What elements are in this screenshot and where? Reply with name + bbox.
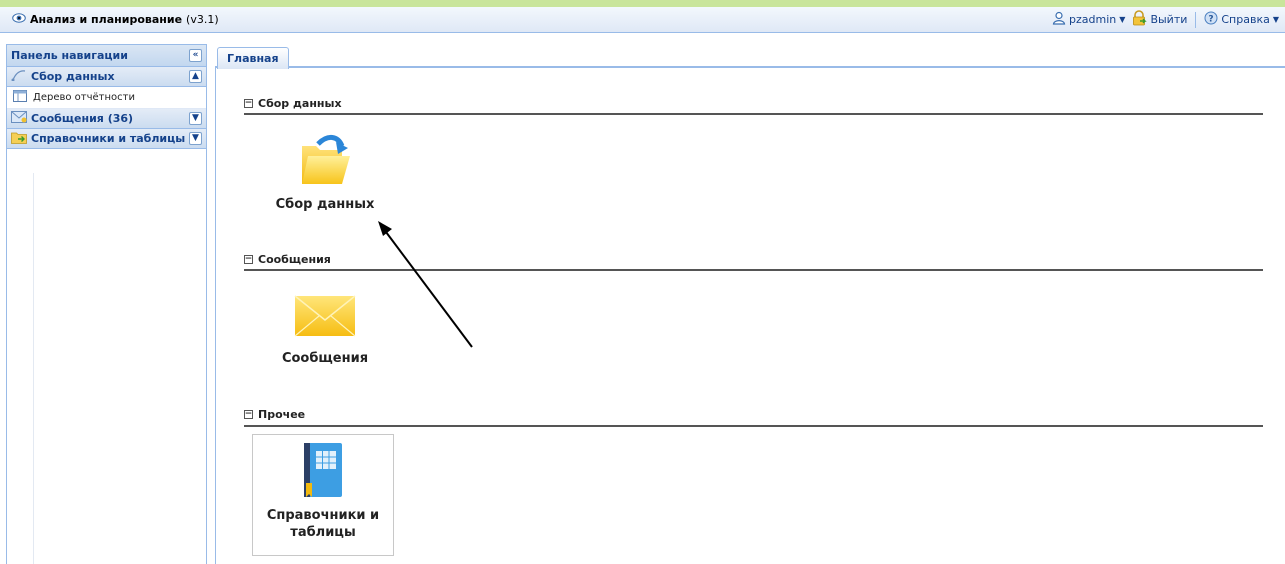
top-accent-strip <box>0 0 1285 7</box>
chevron-up-icon[interactable]: ▲ <box>189 70 202 83</box>
collapse-panel-button[interactable]: « <box>189 49 202 62</box>
tile-label: Справочники и таблицы <box>267 507 379 541</box>
book-table-icon <box>298 443 348 499</box>
nav-group-directories[interactable]: Справочники и таблицы ▼ <box>7 129 206 149</box>
nav-item-label: Дерево отчётности <box>33 92 135 103</box>
logout-button[interactable]: Выйти <box>1131 10 1187 29</box>
envelope-icon <box>11 111 27 126</box>
folder-arrow-icon <box>11 131 27 147</box>
tile-data-collection[interactable]: Сбор данных <box>254 124 396 246</box>
section-title: Прочее <box>258 408 306 421</box>
tile-directories-and-tables[interactable]: Справочники и таблицы <box>252 434 394 556</box>
tile-label: Сообщения <box>281 351 369 366</box>
eye-icon <box>12 12 26 27</box>
section-divider <box>244 113 1263 115</box>
tile-label-line: таблицы <box>290 525 356 540</box>
chevron-down-icon: ▼ <box>1272 15 1279 24</box>
app-version: (v3.1) <box>186 13 219 26</box>
nav-group-label: Справочники и таблицы <box>31 132 186 145</box>
app-title: Анализ и планирование (v3.1) <box>12 12 219 27</box>
header-divider <box>1195 11 1197 28</box>
logout-label: Выйти <box>1150 13 1188 26</box>
collapse-icon[interactable]: − <box>244 255 253 264</box>
tile-label-line: Справочники и <box>266 508 380 523</box>
nav-group-messages[interactable]: Сообщения (36) ▼ <box>7 109 206 129</box>
nav-group-data-collection[interactable]: Сбор данных ▲ <box>7 67 206 87</box>
nav-item-report-tree[interactable]: Дерево отчётности <box>7 87 206 109</box>
help-menu-button[interactable]: ? Справка ▼ <box>1204 11 1279 28</box>
help-label: Справка <box>1221 13 1270 26</box>
navigation-panel-title: Панель навигации <box>11 49 128 62</box>
collapse-icon[interactable]: − <box>244 410 253 419</box>
section-title: Сообщения <box>258 253 331 266</box>
navigation-panel-header: Панель навигации « <box>7 45 206 67</box>
help-icon: ? <box>1204 11 1218 28</box>
section-header-data-collection[interactable]: − Сбор данных <box>244 97 342 110</box>
svg-text:?: ? <box>1209 15 1214 25</box>
chevron-down-icon[interactable]: ▼ <box>189 112 202 125</box>
navigation-panel: Панель навигации « Сбор данных ▲ Дерево … <box>6 44 207 564</box>
app-title-text: Анализ и планирование <box>30 13 183 26</box>
tile-messages[interactable]: Сообщения <box>254 278 396 400</box>
user-icon <box>1052 11 1066 28</box>
main-content: Главная − Сбор данных Сбор данных − Сооб… <box>215 44 1285 564</box>
folder-open-icon <box>294 132 356 188</box>
nav-group-label: Сообщения (36) <box>31 112 134 125</box>
tab-home[interactable]: Главная <box>217 47 289 69</box>
content-border <box>215 68 216 564</box>
envelope-icon <box>293 286 357 342</box>
nav-group-body: Дерево отчётности <box>7 87 206 109</box>
nav-tree-guide-line <box>33 173 34 564</box>
tree-icon <box>11 69 27 84</box>
section-divider <box>244 269 1263 271</box>
chevron-down-icon: ▼ <box>1119 15 1126 24</box>
tab-strip: Главная <box>215 44 1285 69</box>
section-title: Сбор данных <box>258 97 342 110</box>
app-header: Анализ и планирование (v3.1) pzadmin ▼ В… <box>0 7 1285 33</box>
user-name: pzadmin <box>1069 13 1117 26</box>
collapse-icon[interactable]: − <box>244 99 253 108</box>
lock-icon <box>1131 10 1148 29</box>
section-divider <box>244 425 1263 427</box>
table-icon <box>13 90 27 105</box>
user-menu-button[interactable]: pzadmin ▼ <box>1052 11 1125 28</box>
tile-label: Сбор данных <box>275 197 375 212</box>
header-actions: pzadmin ▼ Выйти ? Справка ▼ <box>1052 10 1279 29</box>
nav-group-label: Сбор данных <box>31 70 115 83</box>
chevron-down-icon[interactable]: ▼ <box>189 132 202 145</box>
section-header-other[interactable]: − Прочее <box>244 408 305 421</box>
section-header-messages[interactable]: − Сообщения <box>244 253 331 266</box>
